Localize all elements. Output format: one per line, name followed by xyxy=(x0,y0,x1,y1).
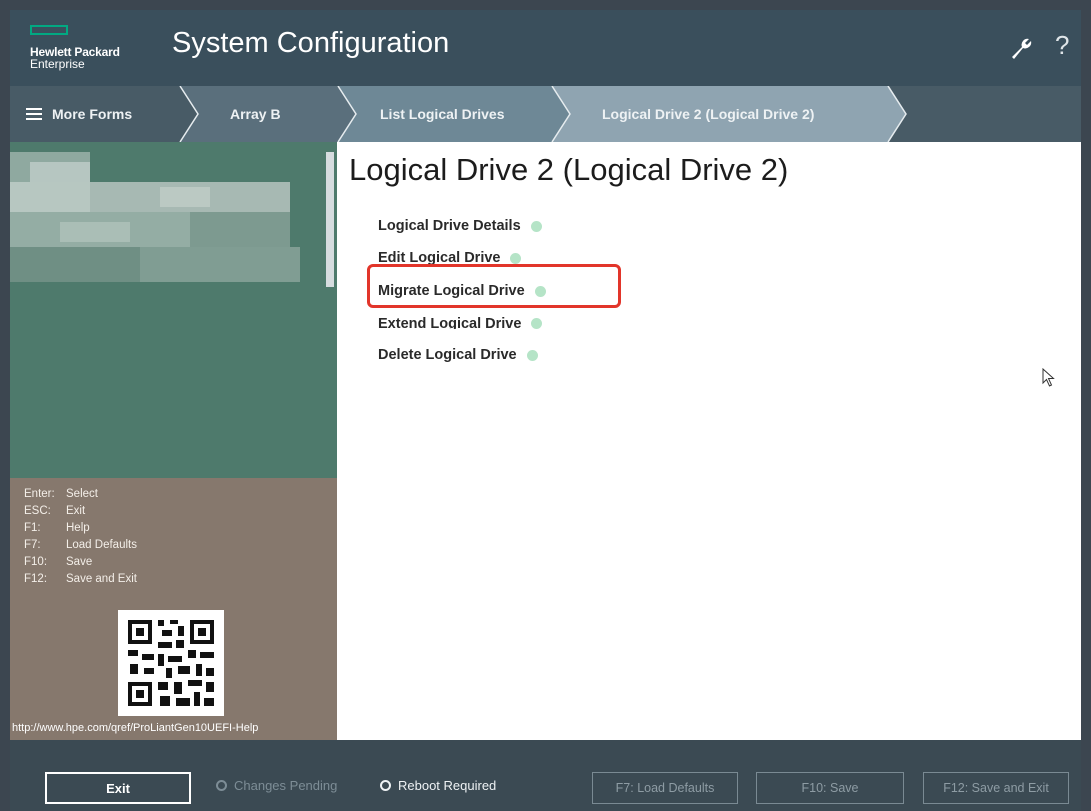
breadcrumb-item-logical-drive-2[interactable]: Logical Drive 2 (Logical Drive 2) xyxy=(602,94,814,133)
key-help-row: ESC: Exit xyxy=(24,503,137,520)
status-dot-icon xyxy=(531,318,543,329)
scrollbar-thumb[interactable] xyxy=(326,152,334,287)
more-forms-label: More Forms xyxy=(52,105,133,122)
mouse-cursor-icon xyxy=(1042,367,1056,393)
menu-item-label: Logical Drive Details xyxy=(378,218,521,234)
load-defaults-button[interactable]: F7: Load Defaults xyxy=(592,772,738,804)
key-help-row: F1: Help xyxy=(24,520,137,537)
reboot-required-label: Reboot Required xyxy=(398,778,497,793)
hamburger-menu-icon xyxy=(26,107,42,120)
hpe-logo: Hewlett Packard Enterprise xyxy=(30,25,160,75)
breadcrumb-item-list-logical-drives[interactable]: List Logical Drives xyxy=(380,94,504,133)
key-action: Select xyxy=(66,488,98,500)
help-icon[interactable]: ? xyxy=(1055,30,1069,61)
menu-item-extend-logical-drive[interactable]: Extend Logical Drive xyxy=(378,315,543,329)
key-help-row: F10: Save xyxy=(24,554,137,571)
reboot-required-indicator: Reboot Required xyxy=(380,778,496,793)
menu-item-label: Extend Logical Drive xyxy=(378,316,522,329)
key-help-row: Enter: Select xyxy=(24,486,137,503)
wrench-icon[interactable] xyxy=(1008,35,1034,61)
status-dot-icon xyxy=(526,349,538,361)
breadcrumb: More Forms Array B List Logical Drives L… xyxy=(10,86,1081,142)
app-title: System Configuration xyxy=(172,27,450,59)
status-dot-icon xyxy=(510,252,522,264)
key-action: Exit xyxy=(66,505,86,517)
footer-bar: Exit Changes Pending Reboot Required F7:… xyxy=(10,740,1081,811)
qr-code-icon xyxy=(118,610,224,716)
page-title: Logical Drive 2 (Logical Drive 2) xyxy=(349,152,789,187)
key-action: Help xyxy=(66,522,90,534)
key-action: Save and Exit xyxy=(66,573,137,585)
highlight-annotation xyxy=(367,264,621,308)
key-label: F1: xyxy=(24,522,41,534)
logo-text-line2: Enterprise xyxy=(30,57,85,71)
more-forms-button[interactable]: More Forms xyxy=(26,94,132,133)
qr-help-url[interactable]: http://www.hpe.com/qref/ProLiantGen10UEF… xyxy=(12,722,258,734)
breadcrumb-chevrons xyxy=(179,86,907,142)
key-help-row: F12: Save and Exit xyxy=(24,571,137,588)
key-label: F7: xyxy=(24,539,41,551)
key-help-row: F7: Load Defaults xyxy=(24,537,137,554)
changes-pending-label: Changes Pending xyxy=(234,778,338,793)
exit-button[interactable]: Exit xyxy=(45,772,191,804)
header-bar: Hewlett Packard Enterprise System Config… xyxy=(10,10,1081,86)
hpe-logo-mark xyxy=(30,25,68,35)
key-label: F10: xyxy=(24,556,48,568)
menu-item-delete-logical-drive[interactable]: Delete Logical Drive xyxy=(378,347,538,363)
status-dot-icon xyxy=(530,220,542,232)
key-action: Save xyxy=(66,556,93,568)
breadcrumb-item-array-b[interactable]: Array B xyxy=(230,94,281,133)
changes-pending-indicator: Changes Pending xyxy=(216,778,337,793)
save-and-exit-button[interactable]: F12: Save and Exit xyxy=(923,772,1069,804)
blurred-content xyxy=(10,152,300,282)
radio-indicator-icon xyxy=(216,780,227,791)
menu-item-label: Delete Logical Drive xyxy=(378,347,517,363)
app-window: Hewlett Packard Enterprise System Config… xyxy=(10,10,1081,811)
key-label: F12: xyxy=(24,573,48,585)
key-label: ESC: xyxy=(24,505,51,517)
radio-indicator-icon xyxy=(380,780,391,791)
key-label: Enter: xyxy=(24,488,55,500)
save-button[interactable]: F10: Save xyxy=(756,772,904,804)
key-help-list: Enter: Select ESC: Exit F1: Help F7: Load De… xyxy=(24,486,137,588)
key-action: Load Defaults xyxy=(66,539,137,551)
menu-item-logical-drive-details[interactable]: Logical Drive Details xyxy=(378,218,542,234)
navigation-panel xyxy=(10,142,337,478)
main-panel: Logical Drive 2 (Logical Drive 2) Logica… xyxy=(337,142,1081,740)
help-panel: Enter: Select ESC: Exit F1: Help F7: Load De… xyxy=(10,478,337,740)
